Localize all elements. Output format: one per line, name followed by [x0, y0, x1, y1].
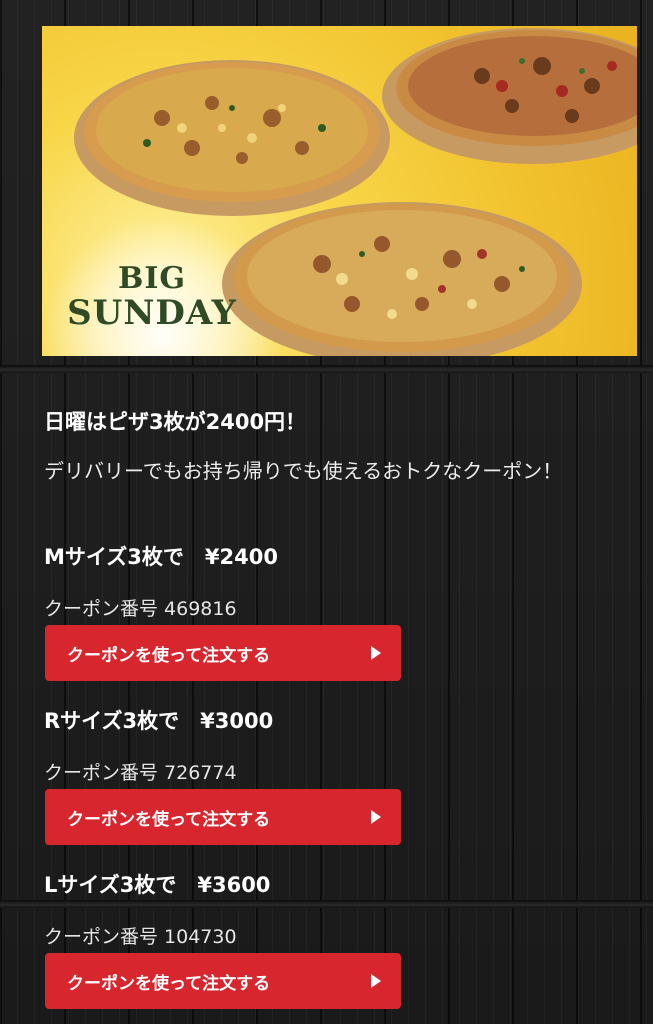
wood-seam [0, 900, 653, 908]
promo-banner[interactable]: BIG SUNDAY [42, 26, 637, 356]
button-label: クーポンを使って注文する [67, 973, 271, 994]
pizza-image [222, 202, 582, 356]
wood-seam [0, 365, 653, 373]
big-sunday-logo: BIG SUNDAY [52, 261, 252, 333]
pizza-image [382, 28, 637, 164]
order-with-coupon-button-m[interactable]: クーポンを使って注文する [45, 625, 401, 681]
play-arrow-icon [371, 974, 381, 988]
play-arrow-icon [371, 646, 381, 660]
coupon-title-l: Lサイズ3枚で ¥3600 [44, 873, 271, 897]
coupon-number-m: クーポン番号 469816 [44, 598, 237, 620]
play-arrow-icon [371, 810, 381, 824]
coupon-title-m: Mサイズ3枚で ¥2400 [44, 545, 278, 569]
coupon-number-l: クーポン番号 104730 [44, 926, 237, 948]
logo-line-2: SUNDAY [67, 293, 237, 333]
coupon-title-r: Rサイズ3枚で ¥3000 [44, 709, 274, 733]
order-with-coupon-button-l[interactable]: クーポンを使って注文する [45, 953, 401, 1009]
description: デリバリーでもお持ち帰りでも使えるおトクなクーポン！ [44, 459, 563, 483]
logo-line-1: BIG [117, 261, 186, 296]
coupon-number-r: クーポン番号 726774 [44, 762, 237, 784]
order-with-coupon-button-r[interactable]: クーポンを使って注文する [45, 789, 401, 845]
button-label: クーポンを使って注文する [67, 809, 271, 830]
button-label: クーポンを使って注文する [67, 645, 271, 666]
headline: 日曜はピザ3枚が2400円！ [44, 410, 307, 434]
